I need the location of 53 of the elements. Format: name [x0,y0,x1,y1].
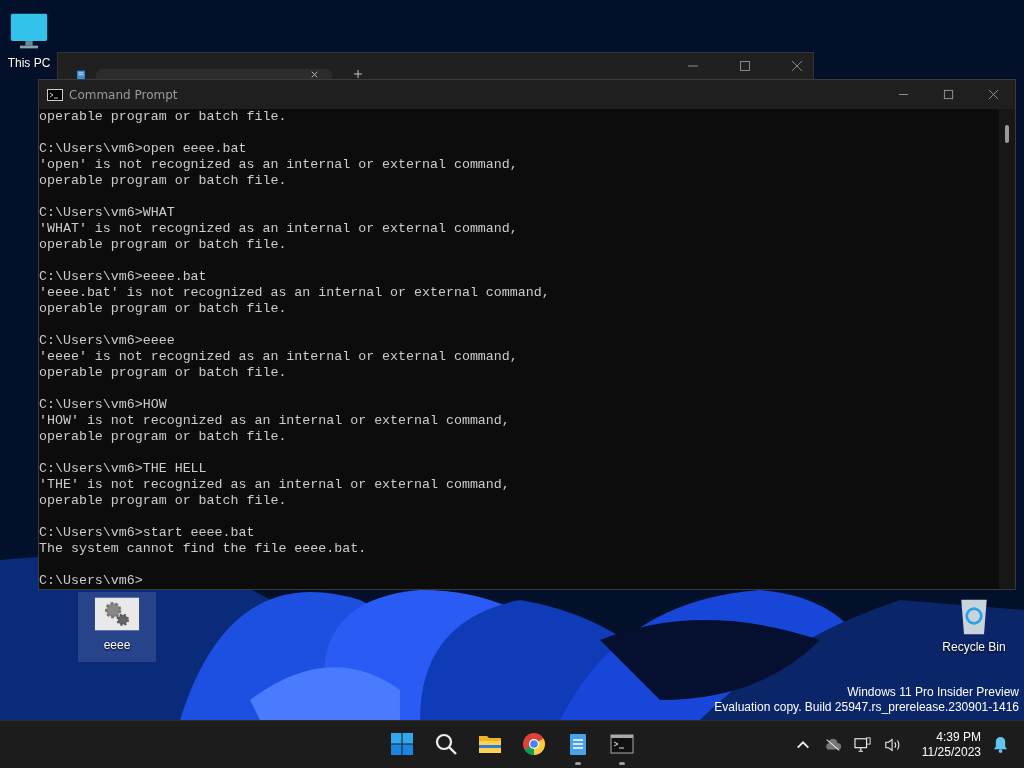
console-line: operable program or batch file. [39,237,287,253]
plus-icon[interactable] [354,70,362,78]
console-line: C:\Users\vm6>open eeee.bat [39,141,247,157]
console-line: C:\Users\vm6>HOW [39,397,167,413]
desktop-icon[interactable]: This PC [4,10,54,80]
console-line: C:\Users\vm6>eeee [39,333,175,349]
search-icon [434,732,458,756]
volume-icon[interactable] [883,736,902,753]
icon-label: This PC [7,56,51,70]
evaluation-notice: Windows 11 Pro Insider Preview [847,685,1019,700]
console-line: 'THE' is not recognized as an internal or external command, [39,477,510,493]
desktop-icon[interactable]: eeee [78,592,156,662]
bell-icon[interactable] [993,736,1008,753]
network-icon[interactable] [853,736,872,753]
console-line: operable program or batch file. [39,109,287,125]
console-line: operable program or batch file. [39,173,287,189]
maximize-icon[interactable] [943,89,954,100]
console-line: C:\Users\vm6> [39,573,143,589]
browser-icon [522,732,546,756]
close-icon[interactable] [791,60,803,72]
console-icon [47,88,63,101]
console-line: 'WHAT' is not recognized as an internal or external command, [39,221,518,237]
running-indicator [619,762,625,765]
date: 11/25/2023 [921,744,981,760]
evaluation-notice: Evaluation copy. Build 25947.rs_prerelease.230901-1416 [714,700,1019,715]
cloud-off-icon[interactable] [823,736,842,753]
notepad-icon [76,70,86,79]
icon-label: eeee [103,638,131,652]
console-line: The system cannot find the file eeee.bat. [39,541,367,557]
console-line: operable program or batch file. [39,493,287,509]
console-line: C:\Users\vm6>THE HELL [39,461,207,477]
console-line: C:\Users\vm6>start eeee.bat [39,525,255,541]
close-icon[interactable] [311,70,318,78]
console-line: C:\Users\vm6>WHAT [39,205,175,221]
scrollbar-thumb[interactable] [1005,125,1009,143]
console-line: 'HOW' is not recognized as an internal or external command, [39,413,510,429]
terminal-icon [610,732,634,756]
running-indicator [575,762,581,765]
clock[interactable]: 4:39 PM 11/25/2023 [921,729,981,760]
console-line: C:\Users\vm6>eeee.bat [39,269,207,285]
close-icon[interactable] [988,89,999,100]
window-title: Command Prompt [69,87,178,102]
console-line: 'eeee' is not recognized as an internal or external command, [39,349,518,365]
maximize-icon[interactable] [739,60,751,72]
desktop-icon[interactable]: Recycle Bin [935,594,1013,664]
console-line: 'open' is not recognized as an internal or external command, [39,157,518,173]
icon-label: Recycle Bin [942,640,1006,654]
console-line: operable program or batch file. [39,301,287,317]
console-line: 'eeee.bat' is not recognized as an internal or external command, [39,285,550,301]
console-line: operable program or batch file. [39,429,287,445]
windows-icon [390,732,414,756]
time: 4:39 PM [936,729,981,745]
console-line: operable program or batch file. [39,365,287,381]
